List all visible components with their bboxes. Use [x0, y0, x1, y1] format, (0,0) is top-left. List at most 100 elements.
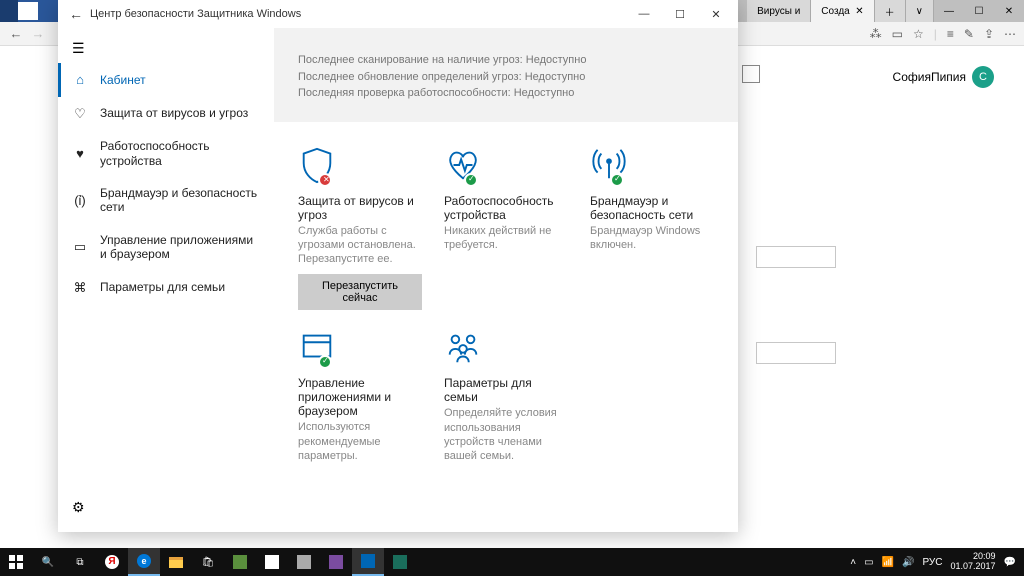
search-icon-bg[interactable] — [742, 65, 760, 83]
heart-icon: ♥ — [72, 146, 88, 162]
forward-icon[interactable]: → — [30, 26, 46, 41]
browser-icon: ▭ — [72, 239, 88, 255]
close-icon[interactable]: ✕ — [994, 0, 1024, 22]
min-icon[interactable]: — — [934, 0, 964, 22]
edge-icon[interactable]: e — [128, 548, 160, 576]
store-icon[interactable]: 🛍 — [192, 548, 224, 576]
card-title: Параметры для семьи — [444, 376, 568, 404]
settings-icon[interactable]: ⚙ — [58, 489, 274, 526]
notes-icon[interactable]: ✎ — [964, 27, 974, 41]
user-block[interactable]: СофияПипия С — [893, 66, 994, 88]
app-icon-5[interactable] — [384, 548, 416, 576]
card-title: Управление приложениями и браузером — [298, 376, 422, 418]
max-icon[interactable]: ☐ — [964, 0, 994, 22]
sidebar-item-appbrowser[interactable]: ▭ Управление приложениями и браузером — [58, 224, 274, 271]
share-icon[interactable]: ⇪ — [984, 27, 994, 41]
card-device-health[interactable]: Работоспособность устройства Никаких дей… — [444, 146, 568, 311]
card-title: Брандмауэр и безопасность сети — [590, 194, 714, 222]
sidebar-item-label: Работоспособность устройства — [100, 139, 260, 168]
tray-network-icon[interactable]: 📶 — [882, 557, 894, 568]
search-icon[interactable]: 🔍 — [32, 548, 64, 576]
new-tab-button[interactable]: ＋ — [875, 0, 906, 22]
app-icon-2[interactable] — [256, 548, 288, 576]
back-button[interactable]: ← — [62, 6, 90, 22]
status-badge-ok — [318, 355, 332, 369]
restart-button[interactable]: Перезапустить сейчас — [298, 274, 422, 310]
card-desc: Брандмауэр Windows включен. — [590, 224, 714, 253]
sidebar-item-virus[interactable]: ♡ Защита от вирусов и угроз — [58, 97, 274, 131]
heart-icon — [444, 146, 484, 186]
card-desc: Используются рекомендуемые параметры. — [298, 420, 422, 463]
ghost-box-1 — [756, 246, 836, 268]
browser-tab-0[interactable]: Вирусы и — [747, 0, 811, 22]
user-name: СофияПипия — [893, 70, 966, 84]
browser-icon — [298, 328, 338, 368]
hub-icon[interactable]: ≡ — [947, 27, 954, 41]
defender-taskbar-icon[interactable] — [352, 548, 384, 576]
status-badge-error — [318, 173, 332, 187]
status-badge-ok — [610, 173, 624, 187]
sidebar-item-label: Кабинет — [100, 73, 146, 87]
tray-lang[interactable]: РУС — [922, 557, 942, 568]
status-line: Последнее сканирование на наличие угроз:… — [298, 52, 714, 69]
sidebar-item-label: Параметры для семьи — [100, 280, 225, 294]
window-close-icon[interactable]: ✕ — [698, 0, 734, 28]
card-family[interactable]: Параметры для семьи Определяйте условия … — [444, 328, 568, 463]
family-icon: ⌘ — [72, 280, 88, 296]
sidebar-item-family[interactable]: ⌘ Параметры для семьи — [58, 271, 274, 305]
status-line: Последнее обновление определений угроз: … — [298, 69, 714, 86]
reading-icon[interactable]: ▭ — [892, 27, 903, 41]
tray-up-icon[interactable]: ˄ — [850, 557, 856, 568]
back-icon[interactable]: ← — [8, 26, 24, 41]
explorer-icon[interactable] — [160, 548, 192, 576]
defender-window: ← Центр безопасности Защитника Windows —… — [58, 0, 738, 532]
home-icon: ⌂ — [72, 72, 88, 88]
clock-date: 01.07.2017 — [951, 562, 996, 572]
window-title: Центр безопасности Защитника Windows — [90, 8, 301, 20]
sidebar-item-home[interactable]: ⌂ Кабинет — [58, 63, 274, 97]
app-icon-1[interactable] — [224, 548, 256, 576]
notification-icon[interactable]: 💬 — [1004, 557, 1016, 568]
hamburger-icon[interactable]: ☰ — [58, 34, 274, 63]
browser-tab-1[interactable]: Созда ✕ — [811, 0, 874, 22]
antenna-icon: (ỉ) — [72, 193, 88, 209]
app-icon-4[interactable] — [320, 548, 352, 576]
start-button[interactable] — [0, 548, 32, 576]
card-firewall[interactable]: Брандмауэр и безопасность сети Брандмауэ… — [590, 146, 714, 311]
tray-volume-icon[interactable]: 🔊 — [902, 557, 914, 568]
taskview-icon[interactable]: ⧉ — [64, 548, 96, 576]
taskbar: 🔍 ⧉ Я e 🛍 ˄ ▭ 📶 🔊 РУС 20:09 01.07.2017 💬 — [0, 548, 1024, 576]
translate-icon[interactable]: ⁂ — [870, 27, 882, 41]
card-title: Работоспособность устройства — [444, 194, 568, 222]
sidebar-item-label: Защита от вирусов и угроз — [100, 106, 248, 120]
app-icon-3[interactable] — [288, 548, 320, 576]
sidebar: ☰ ⌂ Кабинет ♡ Защита от вирусов и угроз … — [58, 28, 274, 532]
status-header: Последнее сканирование на наличие угроз:… — [274, 28, 738, 122]
sidebar-item-firewall[interactable]: (ỉ) Брандмауэр и безопасность сети — [58, 177, 274, 224]
card-app-browser[interactable]: Управление приложениями и браузером Испо… — [298, 328, 422, 463]
status-line: Последняя проверка работоспособности: Не… — [298, 85, 714, 102]
window-min-icon[interactable]: — — [626, 0, 662, 28]
window-max-icon[interactable]: ☐ — [662, 0, 698, 28]
card-desc: Служба работы с угрозами остановлена. Пе… — [298, 224, 422, 267]
card-title: Защита от вирусов и угроз — [298, 194, 422, 222]
tray-battery-icon[interactable]: ▭ — [864, 557, 873, 568]
status-badge-ok — [464, 173, 478, 187]
yandex-icon[interactable]: Я — [96, 548, 128, 576]
ghost-box-2 — [756, 342, 836, 364]
main-content: Последнее сканирование на наличие угроз:… — [274, 28, 738, 532]
more-icon[interactable]: ⋯ — [1004, 27, 1016, 41]
antenna-icon — [590, 146, 630, 186]
avatar: С — [972, 66, 994, 88]
card-desc: Определяйте условия использования устрой… — [444, 406, 568, 463]
defender-titlebar: ← Центр безопасности Защитника Windows —… — [58, 0, 738, 28]
sidebar-item-health[interactable]: ♥ Работоспособность устройства — [58, 130, 274, 177]
favorite-icon[interactable]: ☆ — [913, 27, 924, 41]
tab-menu[interactable]: ∨ — [906, 0, 934, 22]
shield-icon — [298, 146, 338, 186]
shield-icon: ♡ — [72, 106, 88, 122]
card-virus-protection[interactable]: Защита от вирусов и угроз Служба работы … — [298, 146, 422, 311]
sidebar-item-label: Брандмауэр и безопасность сети — [100, 186, 260, 215]
sidebar-item-label: Управление приложениями и браузером — [100, 233, 260, 262]
taskbar-clock[interactable]: 20:09 01.07.2017 — [951, 552, 996, 572]
